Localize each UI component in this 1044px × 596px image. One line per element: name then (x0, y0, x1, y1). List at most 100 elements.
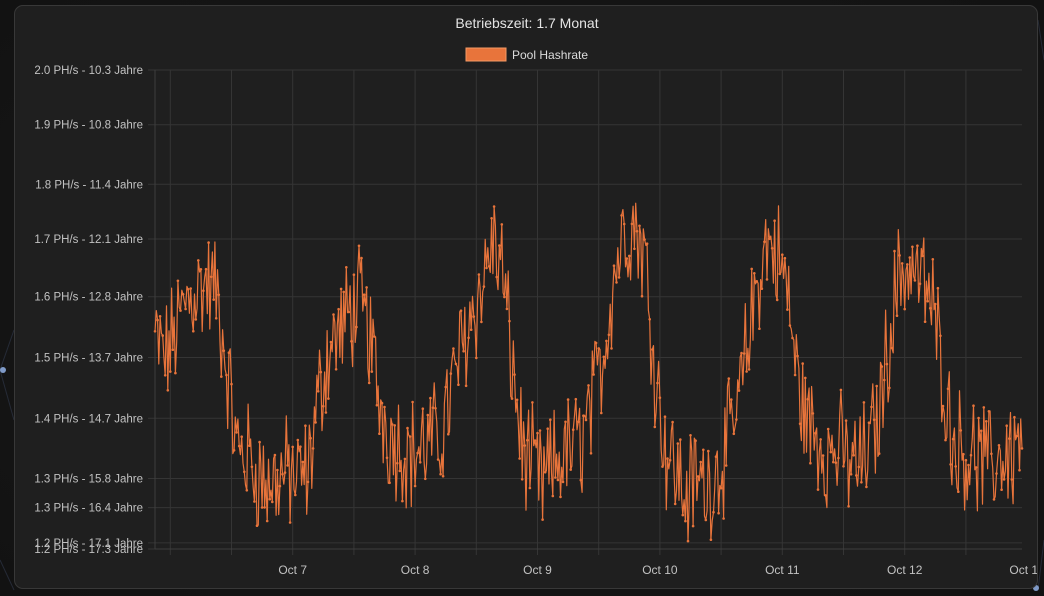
data-point (867, 421, 871, 425)
data-point (880, 365, 884, 368)
data-point (877, 452, 881, 455)
data-point (426, 413, 430, 417)
data-point (319, 370, 323, 374)
data-point (469, 328, 473, 332)
data-point (189, 287, 192, 290)
data-point (388, 481, 391, 485)
data-point (778, 272, 782, 276)
data-point (561, 480, 565, 484)
data-point (352, 273, 356, 277)
data-point (957, 490, 960, 494)
chart-legend: Pool Hashrate (465, 47, 588, 62)
data-point (243, 470, 246, 474)
data-point (824, 494, 827, 497)
data-point (227, 351, 231, 355)
data-point (661, 465, 664, 468)
data-point (916, 244, 919, 247)
data-point (992, 498, 996, 501)
data-point (528, 486, 532, 490)
data-point (255, 524, 259, 527)
data-point (510, 397, 514, 400)
data-point (235, 431, 238, 434)
data-point (842, 465, 845, 468)
data-point (329, 340, 333, 344)
data-point (755, 280, 759, 283)
data-point (181, 293, 185, 296)
data-point (258, 440, 261, 444)
data-point (605, 339, 608, 343)
data-point (658, 396, 662, 400)
data-point (737, 389, 741, 392)
data-point (742, 352, 746, 355)
data-point (278, 484, 282, 488)
data-point (339, 287, 343, 291)
data-point (875, 384, 878, 388)
data-point (964, 458, 968, 462)
data-point (569, 468, 572, 471)
x-tick-label: Oct 11 (765, 563, 800, 577)
data-point (485, 266, 488, 270)
data-point (860, 481, 863, 484)
data-point (220, 375, 223, 378)
legend-swatch[interactable] (465, 47, 507, 62)
data-point (498, 244, 501, 247)
data-point (176, 279, 180, 283)
data-point (719, 486, 723, 490)
data-point (788, 324, 792, 327)
data-point (615, 281, 618, 284)
data-point (893, 249, 896, 253)
data-point (413, 484, 417, 488)
data-point (480, 320, 483, 324)
data-point (740, 351, 743, 355)
series-line (154, 202, 1023, 542)
data-point (679, 438, 682, 441)
y-tick-label: 1.5 PH/s - 13.7 Jahre (34, 353, 143, 365)
x-tick-label: Oct 10 (642, 563, 678, 577)
data-point (587, 384, 590, 387)
data-point (202, 289, 205, 293)
data-point (304, 424, 307, 428)
data-point (273, 453, 277, 457)
data-point (985, 420, 988, 423)
data-point (640, 294, 644, 298)
data-point (334, 368, 338, 371)
y-axis: 1.2 PH/s - 17.3 Jahre1.2 PH/s - 17.1 Jah… (34, 65, 143, 556)
data-point (296, 438, 300, 442)
data-point (347, 310, 351, 314)
data-point (345, 266, 348, 269)
data-point (179, 309, 182, 312)
data-point (987, 410, 991, 413)
data-point (197, 259, 200, 262)
data-point (921, 254, 924, 258)
data-point (531, 401, 534, 404)
data-point (883, 378, 886, 382)
data-point (543, 470, 547, 474)
data-point (482, 285, 486, 288)
data-point (612, 264, 616, 268)
data-point (645, 242, 649, 245)
data-point (385, 456, 389, 460)
data-point (906, 263, 909, 266)
data-point (291, 445, 295, 449)
data-point (1018, 468, 1021, 472)
data-point (373, 335, 376, 338)
data-point (872, 418, 876, 422)
data-point (908, 256, 912, 259)
data-point (689, 434, 692, 437)
data-point (635, 229, 639, 233)
data-point (801, 362, 804, 365)
data-point (477, 273, 481, 276)
data-point (418, 461, 422, 464)
data-point (237, 444, 241, 448)
data-point (730, 398, 733, 401)
data-point (408, 435, 412, 438)
data-point (972, 404, 975, 408)
y-tick-label: 1.4 PH/s - 14.7 Jahre (34, 413, 143, 425)
data-point (895, 314, 899, 318)
data-point (684, 519, 687, 523)
legend-label[interactable]: Pool Hashrate (512, 48, 588, 62)
data-point (936, 286, 940, 290)
data-point (271, 500, 274, 504)
data-point (990, 452, 993, 456)
data-point (747, 368, 751, 371)
